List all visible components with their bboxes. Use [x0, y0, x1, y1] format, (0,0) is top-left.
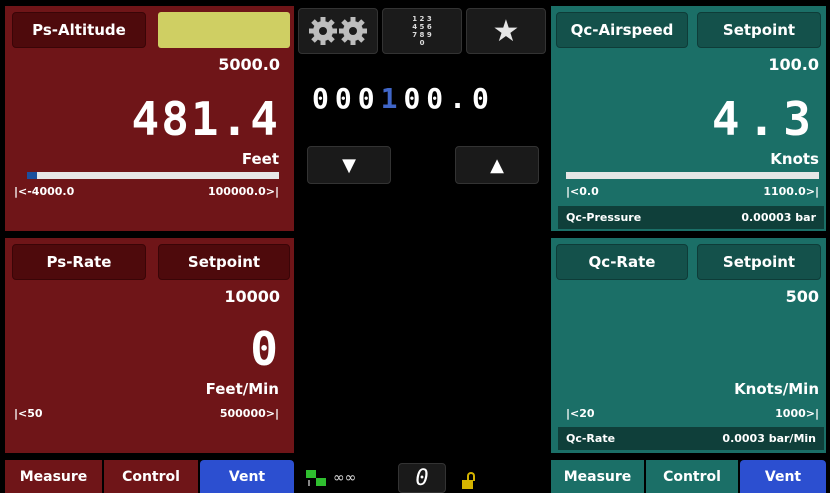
ps-rate-range-max: 500000>| — [219, 407, 279, 420]
left-vent-tab[interactable]: Vent — [200, 460, 294, 493]
qc-airspeed-range-min: |<0.0 — [566, 185, 599, 198]
star-icon: ★ — [492, 13, 520, 49]
zero-button[interactable]: 0 — [398, 463, 446, 493]
qc-rate-setpoint-button[interactable]: Setpoint — [697, 244, 821, 280]
qc-airspeed-button[interactable]: Qc-Airspeed — [556, 12, 688, 48]
qc-airspeed-setpoint-value: 100.0 — [768, 55, 819, 74]
qc-airspeed-range-max: 1100.0>| — [763, 185, 819, 198]
ps-altitude-unit: Feet — [241, 150, 279, 168]
ps-altitude-reading: 481.4 — [131, 92, 280, 146]
network-icon — [306, 470, 326, 486]
qc-rate-info-label: Qc-Rate — [566, 432, 616, 445]
ps-rate-setpoint-value: 10000 — [224, 287, 280, 306]
left-measure-tab[interactable]: Measure — [5, 460, 102, 493]
keypad-icon: 1 2 3 4 5 6 7 8 9 0 — [412, 15, 432, 47]
ps-altitude-button[interactable]: Ps-Altitude — [12, 12, 146, 48]
ps-rate-setpoint-button[interactable]: Setpoint — [158, 244, 290, 280]
qc-rate-info-value: 0.0003 bar/Min — [722, 432, 816, 445]
qc-rate-setpoint-value: 500 — [785, 287, 819, 306]
qc-airspeed-range-bar — [566, 172, 819, 179]
left-control-tab[interactable]: Control — [104, 460, 198, 493]
ps-altitude-range-min: |<-4000.0 — [14, 185, 75, 198]
right-vent-tab[interactable]: Vent — [740, 460, 826, 493]
right-measure-tab[interactable]: Measure — [551, 460, 644, 493]
qc-rate-range-min: |<20 — [566, 407, 595, 420]
entry-display: 000100.0 — [312, 82, 532, 115]
keypad-button[interactable]: 1 2 3 4 5 6 7 8 9 0 — [382, 8, 462, 54]
gears-icon — [309, 17, 367, 45]
ps-rate-range-min: |<50 — [14, 407, 43, 420]
unlock-icon[interactable] — [460, 472, 478, 490]
entry-digits-left: 000 — [312, 82, 381, 115]
ps-altitude-range-bar — [27, 172, 279, 179]
ps-altitude-range-max: 100000.0>| — [208, 185, 279, 198]
increment-button[interactable]: ▲ — [455, 146, 539, 184]
qc-pressure-label: Qc-Pressure — [566, 211, 642, 224]
ps-altitude-range-bar-fill — [27, 172, 37, 179]
qc-rate-info-row: Qc-Rate 0.0003 bar/Min — [558, 427, 824, 450]
qc-airspeed-unit: Knots — [770, 150, 819, 168]
entry-digit-selected[interactable]: 1 — [381, 82, 404, 115]
up-arrow-icon: ▲ — [490, 154, 504, 176]
qc-rate-button[interactable]: Qc-Rate — [556, 244, 688, 280]
ps-rate-unit: Feet/Min — [205, 380, 279, 398]
decrement-button[interactable]: ▼ — [307, 146, 391, 184]
qc-pressure-value: 0.00003 bar — [741, 211, 816, 224]
ps-rate-reading: 0 — [250, 322, 278, 376]
qc-rate-range-max: 1000>| — [775, 407, 819, 420]
zero-label: 0 — [415, 465, 429, 491]
qc-rate-unit: Knots/Min — [734, 380, 819, 398]
qc-pressure-row: Qc-Pressure 0.00003 bar — [558, 206, 824, 229]
chain-link-icon: ∞∞ — [333, 470, 357, 486]
qc-airspeed-setpoint-button[interactable]: Setpoint — [697, 12, 821, 48]
favorites-button[interactable]: ★ — [466, 8, 546, 54]
ps-rate-button[interactable]: Ps-Rate — [12, 244, 146, 280]
down-arrow-icon: ▼ — [342, 154, 356, 176]
ps-altitude-setpoint-button[interactable] — [158, 12, 290, 48]
right-control-tab[interactable]: Control — [646, 460, 738, 493]
qc-airspeed-reading: 4.3 — [711, 92, 819, 146]
ps-altitude-setpoint-value: 5000.0 — [218, 55, 280, 74]
settings-button[interactable] — [298, 8, 378, 54]
entry-digits-right: 00.0 — [403, 82, 495, 115]
